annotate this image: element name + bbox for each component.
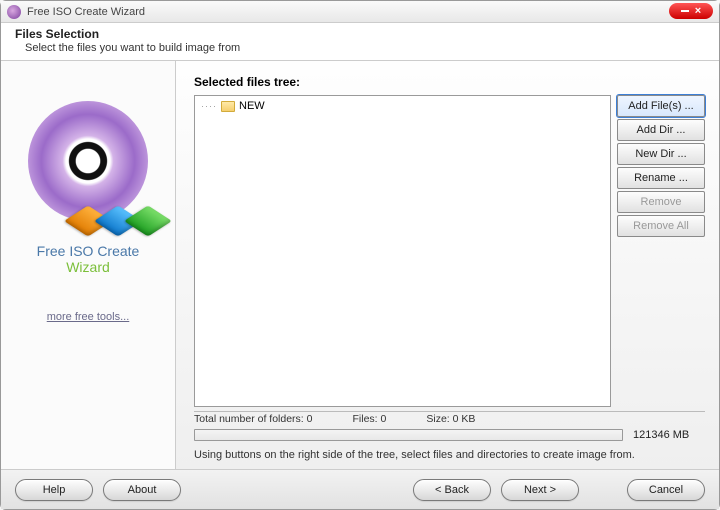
capacity-row: 121346 MB [194, 429, 705, 441]
add-files-button[interactable]: Add File(s) ... [617, 95, 705, 117]
app-icon [7, 5, 21, 19]
brand-text: Free ISO Create Wizard [37, 243, 140, 275]
folder-icon [221, 101, 235, 112]
side-button-column: Add File(s) ... Add Dir ... New Dir ... … [617, 95, 705, 407]
next-button[interactable]: Next > [501, 479, 579, 501]
app-window: Free ISO Create Wizard × Files Selection… [0, 0, 720, 510]
about-button[interactable]: About [103, 479, 181, 501]
file-tree[interactable]: ···· NEW [194, 95, 611, 407]
hint-text: Using buttons on the right side of the t… [194, 449, 705, 461]
more-tools-link[interactable]: more free tools... [47, 311, 130, 323]
help-button[interactable]: Help [15, 479, 93, 501]
cancel-button[interactable]: Cancel [627, 479, 705, 501]
tree-item-label: NEW [239, 100, 265, 112]
back-button[interactable]: < Back [413, 479, 491, 501]
tree-item[interactable]: ···· NEW [201, 100, 604, 112]
page-title: Files Selection [15, 27, 709, 41]
remove-button[interactable]: Remove [617, 191, 705, 213]
body: Free ISO Create Wizard more free tools..… [1, 61, 719, 469]
page-subtitle: Select the files you want to build image… [25, 42, 709, 54]
titlebar: Free ISO Create Wizard × [1, 1, 719, 23]
disc-logo-icon [28, 101, 148, 221]
window-title: Free ISO Create Wizard [27, 6, 145, 18]
close-icon: × [695, 6, 701, 17]
main-panel: Selected files tree: ···· NEW Add File(s… [176, 61, 719, 469]
sidebar: Free ISO Create Wizard more free tools..… [1, 61, 176, 469]
tree-row: ···· NEW Add File(s) ... Add Dir ... New… [194, 95, 705, 407]
stats-row: Total number of folders: 0 Files: 0 Size… [194, 411, 705, 425]
tree-label: Selected files tree: [194, 75, 705, 89]
close-button[interactable]: × [669, 3, 713, 19]
capacity-bar [194, 429, 623, 441]
cubes-icon [74, 207, 162, 235]
stat-size: Size: 0 KB [426, 413, 475, 425]
brand-line1: Free ISO Create [37, 243, 140, 259]
footer: Help About < Back Next > Cancel [1, 469, 719, 509]
stat-folders: Total number of folders: 0 [194, 413, 313, 425]
new-dir-button[interactable]: New Dir ... [617, 143, 705, 165]
cube-green-icon [124, 205, 172, 236]
stat-files: Files: 0 [353, 413, 387, 425]
tree-expander-icon[interactable]: ···· [201, 101, 217, 111]
add-dir-button[interactable]: Add Dir ... [617, 119, 705, 141]
minimize-icon [681, 10, 689, 12]
rename-button[interactable]: Rename ... [617, 167, 705, 189]
brand-line2: Wizard [37, 259, 140, 275]
capacity-label: 121346 MB [633, 429, 705, 441]
remove-all-button[interactable]: Remove All [617, 215, 705, 237]
wizard-header: Files Selection Select the files you wan… [1, 23, 719, 61]
